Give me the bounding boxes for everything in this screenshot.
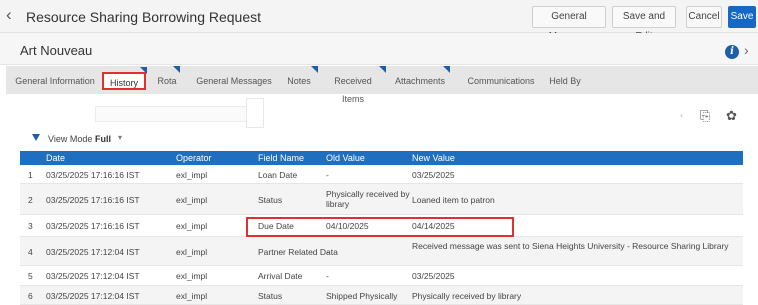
row-number: 1	[28, 170, 33, 180]
column-old-value[interactable]: Old Value	[326, 153, 365, 163]
tab-rota[interactable]: Rota	[156, 66, 180, 90]
tab-label: General Messages	[196, 76, 272, 86]
tab-marker-icon	[443, 66, 450, 73]
table-row[interactable]: 1 03/25/2025 17:16:16 IST exl_impl Loan …	[20, 165, 743, 184]
tab-marker-icon	[379, 66, 386, 73]
funnel-icon	[32, 134, 40, 141]
cell-date: 03/25/2025 17:16:16 IST	[46, 195, 140, 205]
view-mode-label: View Mode :	[48, 134, 98, 144]
view-mode-select[interactable]: Full	[95, 134, 111, 144]
tab-label: General Information	[15, 76, 95, 86]
cell-old-value: -	[326, 247, 329, 257]
search-button[interactable]	[246, 98, 264, 128]
cell-new-value: Loaned item to patron	[412, 195, 495, 205]
chevron-down-icon[interactable]: ▾	[118, 133, 122, 142]
tab-label: Notes	[287, 76, 311, 86]
page-title: Resource Sharing Borrowing Request	[26, 9, 262, 25]
row-number: 5	[28, 271, 33, 281]
cell-operator: exl_impl	[176, 271, 208, 281]
save-button[interactable]: Save	[728, 6, 756, 28]
row-number: 6	[28, 291, 33, 301]
tab-held-by[interactable]: Held By	[548, 72, 582, 90]
tab-marker-icon	[140, 67, 147, 74]
row-number: 3	[28, 221, 33, 231]
chevron-left-icon: ‹	[680, 110, 683, 120]
table-row[interactable]: 5 03/25/2025 17:12:04 IST exl_impl Arriv…	[20, 266, 743, 286]
tab-attachments[interactable]: Attachments	[392, 66, 450, 90]
table-row[interactable]: 4 03/25/2025 17:12:04 IST exl_impl Partn…	[20, 237, 743, 266]
chevron-left-icon[interactable]: ‹	[6, 5, 12, 25]
cell-new-value: Physically received by library	[412, 291, 522, 301]
cell-operator: exl_impl	[176, 170, 208, 180]
column-field-name[interactable]: Field Name	[258, 153, 304, 163]
highlight-box	[246, 217, 514, 237]
column-operator[interactable]: Operator	[176, 153, 212, 163]
cell-new-value: 03/25/2025	[412, 271, 455, 281]
column-date[interactable]: Date	[46, 153, 65, 163]
cell-old-value: Physically received by library	[326, 189, 410, 209]
row-number: 2	[28, 195, 33, 205]
gear-icon[interactable]: ✿	[726, 108, 737, 124]
cell-new-value: 03/25/2025	[412, 170, 455, 180]
tab-label: Held By	[549, 76, 581, 86]
cell-old-value: Shipped Physically	[326, 291, 398, 301]
cell-field-name: Status	[258, 195, 283, 205]
info-icon[interactable]: i	[725, 45, 739, 59]
chevron-right-icon[interactable]: ›	[744, 42, 749, 58]
cell-field-name: Arrival Date	[258, 271, 303, 281]
tab-label: Rota	[157, 76, 177, 86]
tab-marker-icon	[173, 66, 180, 73]
tab-label: History	[109, 78, 138, 88]
cell-date: 03/25/2025 17:16:16 IST	[46, 170, 140, 180]
table-row[interactable]: 6 03/25/2025 17:12:04 IST exl_impl Statu…	[20, 286, 743, 305]
record-title: Art Nouveau	[20, 43, 93, 58]
general-message-button[interactable]: General Message	[532, 6, 606, 42]
save-and-edit-button[interactable]: Save and Edit	[612, 6, 676, 42]
cell-date: 03/25/2025 17:12:04 IST	[46, 271, 140, 281]
tab-received-items[interactable]: Received Items	[322, 66, 386, 104]
record-header: Art Nouveau i ›	[0, 33, 758, 65]
tab-general-messages[interactable]: General Messages	[194, 72, 274, 90]
cell-date: 03/25/2025 17:16:16 IST	[46, 221, 140, 231]
cell-old-value: -	[326, 271, 329, 281]
cell-date: 03/25/2025 17:12:04 IST	[46, 291, 140, 301]
top-bar: ‹ Resource Sharing Borrowing Request Gen…	[0, 0, 758, 42]
tab-label: Received Items	[334, 76, 372, 104]
column-new-value[interactable]: New Value	[412, 153, 455, 163]
tab-bar: General Information History Rota General…	[6, 66, 758, 104]
row-number: 4	[28, 247, 33, 257]
cell-operator: exl_impl	[176, 247, 208, 257]
cell-new-value: Received message was sent to Siena Heigh…	[412, 241, 729, 251]
cell-operator: exl_impl	[176, 221, 208, 231]
cell-field-name: Loan Date	[258, 170, 298, 180]
cell-old-value: -	[326, 170, 329, 180]
tab-general-information[interactable]: General Information	[12, 72, 98, 90]
cancel-button[interactable]: Cancel	[686, 6, 722, 28]
search-input[interactable]	[95, 106, 255, 122]
tab-label: Attachments	[394, 76, 446, 86]
tab-marker-icon	[311, 66, 318, 73]
tab-label: Communications	[467, 76, 535, 86]
cell-date: 03/25/2025 17:12:04 IST	[46, 247, 140, 257]
cell-field-name: Status	[258, 291, 283, 301]
table-header: Date Operator Field Name Old Value New V…	[20, 151, 743, 165]
export-icon[interactable]: ⎘	[700, 108, 710, 124]
cell-operator: exl_impl	[176, 291, 208, 301]
tab-communications[interactable]: Communications	[464, 72, 538, 90]
cell-operator: exl_impl	[176, 195, 208, 205]
table-row[interactable]: 2 03/25/2025 17:16:16 IST exl_impl Statu…	[20, 184, 743, 215]
tab-history[interactable]: History	[102, 67, 147, 90]
tab-notes[interactable]: Notes	[282, 66, 318, 90]
